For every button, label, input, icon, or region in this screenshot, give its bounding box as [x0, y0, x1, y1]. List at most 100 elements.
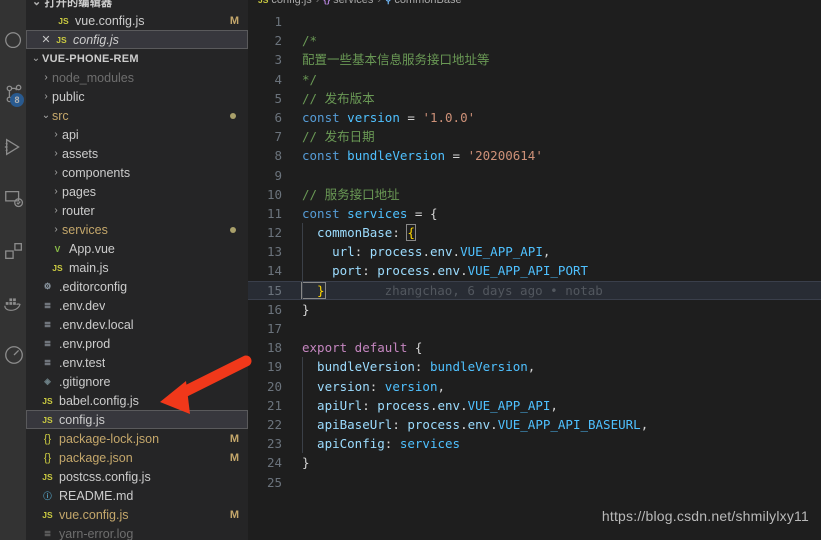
code-line-text: port: process.env.VUE_APP_API_PORT	[284, 261, 589, 281]
tree-folder-assets[interactable]: › assets	[26, 144, 248, 163]
code-line[interactable]: 7 // 发布日期	[248, 127, 821, 146]
code-token: commonBase	[302, 225, 393, 241]
modified-badge: M	[229, 14, 239, 27]
tree-folder-node_modules[interactable]: › node_modules	[26, 68, 248, 87]
code-line[interactable]: 22 apiBaseUrl: process.env.VUE_APP_API_B…	[248, 414, 821, 435]
extensions-icon[interactable]	[0, 230, 25, 272]
indent-guide	[302, 414, 303, 435]
tree-folder-services[interactable]: › services	[26, 220, 248, 239]
breadcrumb-item-file[interactable]: config.js	[271, 0, 311, 6]
open-editors-header[interactable]: ⌄ 打开的编辑器	[26, 0, 248, 11]
tree-item-label: .env.dev.local	[59, 317, 134, 332]
code-token: :	[354, 244, 370, 260]
explorer-root-folder[interactable]: ⌄ VUE-PHONE-REM	[26, 49, 248, 68]
code-token: :	[392, 225, 408, 241]
tree-folder-src[interactable]: ⌄ src	[26, 106, 248, 125]
code-line[interactable]: 8 const bundleVersion = '20200614'	[248, 146, 821, 165]
tree-file-.env.test[interactable]: ≣ .env.test	[26, 353, 248, 372]
source-control-icon[interactable]: 8	[0, 72, 25, 114]
tree-folder-api[interactable]: › api	[26, 125, 248, 144]
code-token: }	[302, 301, 310, 317]
code-token: export default	[302, 340, 408, 356]
code-token: VUE_APP_API_PORT	[467, 263, 589, 279]
code-token: :	[362, 263, 378, 279]
code-line[interactable]: 13 url: process.env.VUE_APP_API,	[248, 242, 821, 262]
tree-item-label: main.js	[69, 260, 109, 275]
code-line[interactable]: 11 const services = {	[248, 204, 821, 223]
code-token: process	[369, 244, 423, 260]
testing-icon[interactable]	[0, 178, 25, 220]
code-editor[interactable]: 1 2/* 3 配置一些基本信息服务接口地址等 4 */5// 发布版本 6 const ve…	[248, 12, 821, 540]
code-line[interactable]: 21 apiUrl: process.env.VUE_APP_API,	[248, 395, 821, 415]
tree-item-label: yarn-error.log	[59, 526, 134, 540]
code-line[interactable]: 24}	[248, 453, 821, 472]
tree-file-config.js[interactable]: JS config.js	[26, 410, 248, 429]
tree-file-.env.dev[interactable]: ≣ .env.dev	[26, 296, 248, 315]
open-editor-item-vue-config[interactable]: JS vue.config.js M	[26, 11, 248, 30]
tree-folder-pages[interactable]: › pages	[26, 182, 248, 201]
tree-folder-components[interactable]: › components	[26, 163, 248, 182]
tree-item-label: api	[62, 127, 79, 142]
indent-guide	[302, 376, 303, 396]
tree-file-.env.dev.local[interactable]: ≣ .env.dev.local	[26, 315, 248, 334]
breadcrumb-item-services[interactable]: services	[333, 0, 373, 6]
code-line[interactable]: 10 // 服务接口地址	[248, 185, 821, 204]
docker-icon[interactable]	[0, 282, 25, 324]
code-line[interactable]: 6 const version = '1.0.0'	[248, 108, 821, 127]
tree-file-README.md[interactable]: ⓘ README.md	[26, 486, 248, 505]
close-icon[interactable]: ✕	[38, 33, 54, 46]
tree-file-yarn-error.log[interactable]: ≣ yarn-error.log	[26, 524, 248, 540]
tree-file-package.json[interactable]: {} package.json M	[26, 448, 248, 467]
indent-guide	[302, 261, 303, 281]
open-editor-item-config[interactable]: ✕ JS config.js	[26, 30, 248, 49]
code-line[interactable]: 1	[248, 12, 821, 31]
tree-folder-public[interactable]: › public	[26, 87, 248, 106]
code-line[interactable]: 25	[248, 473, 821, 492]
tree-folder-router[interactable]: › router	[26, 201, 248, 220]
tree-item-label: App.vue	[69, 241, 115, 256]
env-file-icon: ≣	[43, 357, 52, 367]
code-token: :	[384, 436, 400, 452]
code-token: =	[445, 148, 468, 164]
search-icon[interactable]	[0, 20, 25, 62]
tree-item-label: pages	[62, 184, 97, 199]
modified-badge: M	[229, 432, 239, 445]
code-line[interactable]: 3 配置一些基本信息服务接口地址等	[248, 50, 821, 69]
code-line[interactable]: 18 export default {	[248, 338, 821, 357]
code-line[interactable]: 5 // 发布版本	[248, 89, 821, 108]
code-line[interactable]: 16}	[248, 300, 821, 319]
code-line[interactable]: 2 /*	[248, 31, 821, 50]
tree-file-vue.config.js[interactable]: JS vue.config.js M	[26, 505, 248, 524]
code-line[interactable]: 17	[248, 319, 821, 338]
code-line[interactable]: 9	[248, 166, 821, 185]
code-line[interactable]: 4 */	[248, 70, 821, 89]
tree-file-package-lock.json[interactable]: {} package-lock.json M	[26, 429, 248, 448]
breadcrumb-item-commonbase[interactable]: commonBase	[394, 0, 461, 6]
vscode-window: 8 ⌄ 打开的编辑器 JS vue.config.js M ✕ JS confi…	[0, 0, 821, 540]
code-token: ,	[640, 416, 649, 432]
code-token: version	[384, 378, 438, 394]
run-and-debug-icon[interactable]	[0, 126, 25, 168]
tree-file-.gitignore[interactable]: ◈ .gitignore	[26, 372, 248, 391]
tree-file-main.js[interactable]: JS main.js	[26, 258, 248, 277]
tree-file-.editorconfig[interactable]: ⚙ .editorconfig	[26, 277, 248, 296]
tree-file-App.vue[interactable]: V App.vue	[26, 239, 248, 258]
code-line[interactable]: 23 apiConfig: services	[248, 434, 821, 454]
json-file-icon: {}	[43, 451, 52, 464]
remote-explorer-icon[interactable]	[0, 334, 25, 376]
code-line[interactable]: 12 commonBase: {	[248, 223, 821, 243]
line-number: 17	[266, 321, 282, 336]
chevron-right-icon: ›	[54, 186, 58, 197]
line-number: 22	[266, 416, 282, 432]
code-line[interactable]: 19 bundleVersion: bundleVersion,	[248, 357, 821, 377]
code-line[interactable]: 20 version: version,	[248, 376, 821, 396]
code-token: ,	[550, 397, 558, 413]
env-file-icon: ≣	[43, 300, 52, 310]
code-line-text: } zhangchao, 6 days ago • notab	[284, 280, 603, 300]
code-line[interactable]: 15 } zhangchao, 6 days ago • notab	[248, 280, 821, 301]
tree-file-postcss.config.js[interactable]: JS postcss.config.js	[26, 467, 248, 486]
tree-file-babel.config.js[interactable]: JS babel.config.js	[26, 391, 248, 410]
code-line[interactable]: 14 port: process.env.VUE_APP_API_PORT	[248, 261, 821, 281]
tree-file-.env.prod[interactable]: ≣ .env.prod	[26, 334, 248, 353]
